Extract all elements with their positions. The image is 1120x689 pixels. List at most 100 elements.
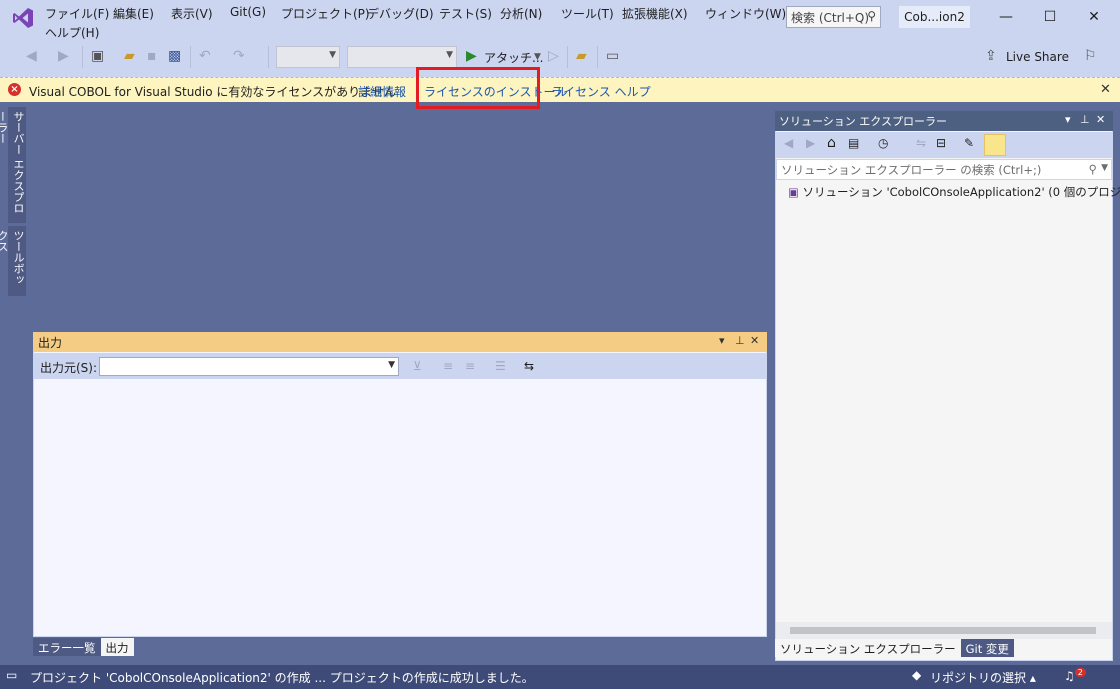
find-in-files-icon[interactable]: ▰	[576, 48, 587, 64]
feedback-icon[interactable]: ⚐	[1084, 48, 1097, 64]
highlight-box	[416, 67, 540, 109]
minimize-button[interactable]: —	[984, 2, 1028, 32]
configuration-combo[interactable]: ▼	[276, 46, 340, 68]
search-icon: ⚲	[1088, 162, 1097, 176]
clear-all-icon[interactable]: ☰	[495, 359, 506, 373]
chevron-down-icon[interactable]: ▾	[1065, 113, 1071, 126]
chevron-down-icon[interactable]: ▼	[534, 52, 541, 62]
chevron-down-icon: ▼	[446, 50, 453, 60]
preview-selected-icon[interactable]	[984, 134, 1006, 156]
close-icon[interactable]: ✕	[1096, 113, 1105, 126]
toolbar-separator	[82, 46, 83, 68]
solution-panel-tabs: ソリューション エクスプローラー Git 変更	[775, 639, 1014, 657]
next-message-icon[interactable]: ≡	[465, 359, 475, 373]
forward-icon[interactable]: ▶	[58, 48, 69, 64]
back-icon[interactable]: ◀	[26, 48, 37, 64]
details-link[interactable]: 詳細情報	[358, 83, 406, 100]
server-explorer-tab[interactable]: サーバー エクスプローラー	[0, 107, 26, 223]
new-project-icon[interactable]: ▣	[91, 48, 104, 64]
redo-icon[interactable]: ↷	[233, 48, 245, 64]
live-share-button[interactable]: Live Share	[1006, 50, 1069, 64]
toolbar-separator	[268, 46, 269, 68]
status-icon: ▭	[6, 668, 18, 682]
git-icon: ◆	[912, 668, 922, 682]
scrollbar-thumb[interactable]	[790, 627, 1096, 634]
toolbar-separator	[567, 46, 568, 68]
menu-analyze[interactable]: 分析(N)	[500, 5, 542, 22]
tab-error-list[interactable]: エラー一覧	[33, 638, 101, 656]
collapse-all-icon[interactable]: ⊟	[936, 136, 946, 150]
previous-message-icon[interactable]: ≡	[443, 359, 453, 373]
pin-icon[interactable]: ⊥	[735, 334, 745, 347]
pending-changes-icon[interactable]: ◷	[878, 136, 888, 150]
license-info-bar: × Visual COBOL for Visual Studio に有効なライセ…	[0, 77, 1120, 102]
search-input[interactable]: 検索 (Ctrl+Q) ⚲	[786, 6, 881, 28]
undo-icon[interactable]: ↶	[199, 48, 211, 64]
find-message-icon[interactable]: ⊻	[413, 359, 422, 373]
menu-edit[interactable]: 編集(E)	[113, 5, 154, 22]
menu-help[interactable]: ヘルプ(H)	[45, 24, 99, 41]
solution-item-label: ソリューション 'CobolCOnsoleApplication2' (0 個の…	[802, 185, 1120, 199]
output-title: 出力	[38, 336, 63, 350]
save-icon[interactable]: ▪	[147, 48, 157, 64]
output-source-label: 出力元(S):	[40, 361, 98, 375]
solution-explorer-title: ソリューション エクスプローラー	[779, 115, 947, 128]
save-all-icon[interactable]: ▩	[168, 48, 181, 64]
chevron-down-icon[interactable]: ▾	[719, 334, 725, 347]
notification-icon[interactable]: ♫ 2	[1064, 668, 1086, 683]
toolbar-separator	[190, 46, 191, 68]
menu-file[interactable]: ファイル(F)	[45, 5, 109, 22]
toolbar-separator	[597, 46, 598, 68]
close-button[interactable]: ✕	[1072, 2, 1116, 32]
solution-name-badge: Cob...ion2	[899, 6, 970, 28]
sync-icon[interactable]: ⇋	[916, 136, 926, 150]
tab-output[interactable]: 出力	[100, 638, 134, 656]
menu-project[interactable]: プロジェクト(P)	[281, 5, 370, 22]
solution-search-placeholder: ソリューション エクスプローラー の検索 (Ctrl+;)	[781, 163, 1042, 177]
solution-explorer-header: ソリューション エクスプローラー ▾ ⊥ ✕	[775, 111, 1113, 131]
menu-extensions[interactable]: 拡張機能(X)	[622, 5, 688, 22]
start-without-debug-icon[interactable]: ▷	[548, 48, 559, 64]
menu-test[interactable]: テスト(S)	[439, 5, 492, 22]
platform-combo[interactable]: ▼	[347, 46, 457, 68]
notification-badge: 2	[1074, 668, 1086, 677]
forward-icon[interactable]: ▶	[806, 136, 815, 150]
output-source-select[interactable]: ▼	[99, 357, 399, 376]
close-icon[interactable]: ✕	[750, 334, 759, 347]
search-icon: ⚲	[867, 9, 876, 23]
window-layout-icon[interactable]: ▭	[606, 48, 619, 64]
error-icon: ×	[8, 83, 21, 96]
live-share-icon[interactable]: ⇪	[985, 48, 997, 64]
menu-git[interactable]: Git(G)	[230, 5, 266, 19]
output-header: 出力 ▾ ⊥ ✕	[33, 332, 767, 352]
close-icon[interactable]: ✕	[1100, 82, 1111, 97]
toolbox-tab[interactable]: ツールボックス	[0, 226, 26, 296]
chevron-down-icon[interactable]: ▼	[1101, 163, 1108, 173]
menu-tools[interactable]: ツール(T)	[561, 5, 614, 22]
solution-tree-item[interactable]: ▣ ソリューション 'CobolCOnsoleApplication2' (0 …	[788, 184, 1120, 200]
open-folder-icon[interactable]: ▰	[124, 48, 135, 64]
pin-icon[interactable]: ⊥	[1080, 113, 1090, 126]
menu-view[interactable]: 表示(V)	[171, 5, 213, 22]
chevron-down-icon: ▼	[388, 360, 395, 370]
license-help-link[interactable]: ライセンス ヘルプ	[551, 83, 651, 100]
start-icon[interactable]: ▶	[466, 48, 477, 64]
switch-views-icon[interactable]: ▤	[848, 136, 859, 150]
status-message: プロジェクト 'CobolCOnsoleApplication2' の作成 ..…	[30, 671, 534, 685]
info-message: Visual COBOL for Visual Studio に有効なライセンス…	[29, 85, 396, 99]
tab-git-changes[interactable]: Git 変更	[960, 639, 1014, 657]
solution-search-input[interactable]: ソリューション エクスプローラー の検索 (Ctrl+;) ⚲ ▼	[776, 159, 1112, 180]
chevron-down-icon: ▼	[329, 50, 336, 60]
menu-window[interactable]: ウィンドウ(W)	[705, 5, 786, 22]
word-wrap-icon[interactable]: ⇆	[524, 359, 534, 373]
search-placeholder: 検索 (Ctrl+Q)	[791, 11, 870, 25]
tab-solution-explorer[interactable]: ソリューション エクスプローラー	[775, 639, 961, 657]
home-icon[interactable]: ⌂	[827, 135, 836, 151]
maximize-button[interactable]: ☐	[1028, 2, 1072, 32]
select-repository-button[interactable]: リポジトリの選択 ▴	[930, 669, 1036, 686]
properties-icon[interactable]: ✎	[964, 136, 974, 150]
horizontal-scrollbar[interactable]	[776, 622, 1112, 639]
output-panel-tabs: エラー一覧 出力	[33, 638, 134, 657]
back-icon[interactable]: ◀	[784, 136, 793, 150]
menu-debug[interactable]: デバッグ(D)	[367, 5, 434, 22]
